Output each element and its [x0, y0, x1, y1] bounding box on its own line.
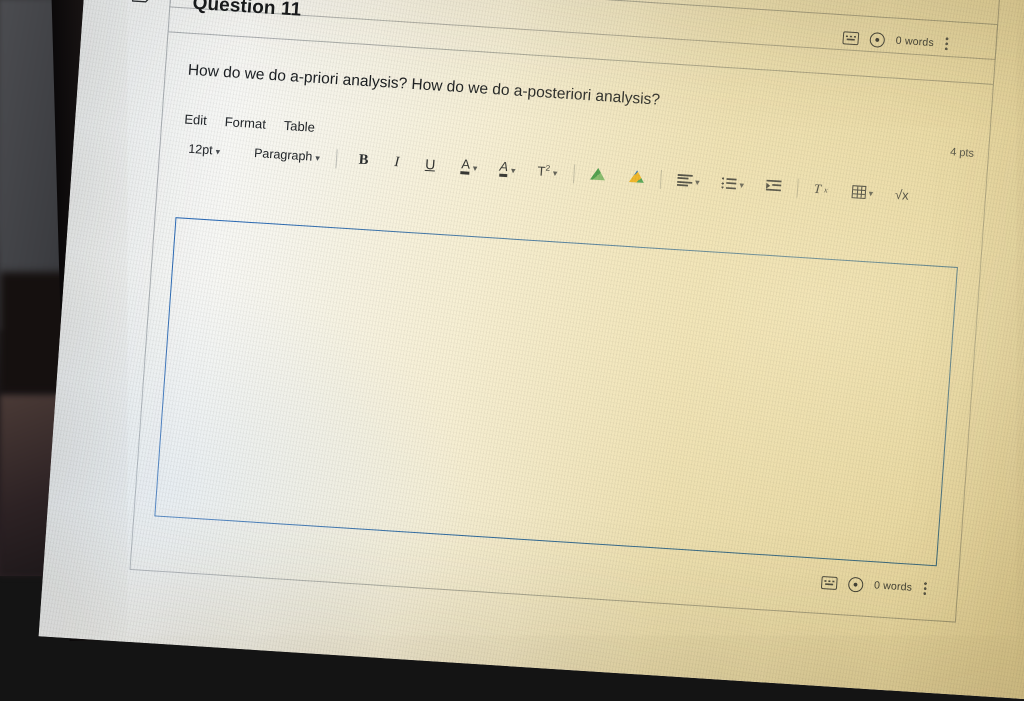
- flag-icon[interactable]: [131, 0, 155, 3]
- menu-table[interactable]: Table: [283, 117, 315, 134]
- media-group: [583, 161, 651, 191]
- answer-textarea[interactable]: [154, 217, 958, 567]
- paragraph-group: ▾ ▾: [670, 167, 788, 200]
- chevron-down-icon: ▾: [552, 167, 558, 178]
- highlight-color-button[interactable]: A ▾: [492, 155, 522, 183]
- menu-edit[interactable]: Edit: [184, 111, 207, 127]
- chevron-down-icon: ▾: [694, 176, 700, 187]
- image-upload-icon: [590, 167, 606, 182]
- quiz-page: ● 0 words Question 11 How do we do a-pri…: [39, 0, 1024, 701]
- toolbar-divider: [659, 169, 662, 189]
- highlight-glyph: A: [498, 159, 509, 178]
- chevron-down-icon: ▾: [314, 152, 321, 163]
- google-drive-icon: [629, 170, 645, 185]
- superscript-button[interactable]: T2 ▾: [531, 158, 565, 186]
- chevron-down-icon: ▾: [739, 179, 745, 190]
- clear-formatting-button[interactable]: Tx: [807, 175, 835, 203]
- clear-format-glyph: T: [813, 180, 822, 197]
- monitor-screen: ● 0 words Question 11 How do we do a-pri…: [38, 0, 1024, 701]
- text-color-glyph: A: [460, 156, 471, 175]
- keyboard-icon[interactable]: [820, 575, 838, 590]
- browser-page: ● 0 words Question 11 How do we do a-pri…: [38, 0, 1024, 701]
- chevron-down-icon: ▾: [472, 162, 478, 173]
- question-card: Question 11 How do we do a-priori analys…: [129, 0, 999, 623]
- bold-button[interactable]: B: [352, 146, 375, 173]
- underline-button[interactable]: U: [418, 151, 442, 178]
- block-format-value: Paragraph: [253, 146, 313, 164]
- image-upload-button[interactable]: [583, 161, 612, 189]
- chevron-down-icon: ▾: [215, 146, 221, 157]
- table-dropdown[interactable]: ▾: [845, 178, 880, 206]
- accessibility-icon[interactable]: ●: [847, 576, 864, 593]
- indent-icon: [765, 179, 782, 193]
- font-size-value: 12pt: [187, 141, 214, 158]
- chevron-down-icon: ▾: [510, 164, 516, 176]
- editor-statusbar: ● 0 words: [820, 571, 928, 600]
- indent-button[interactable]: [759, 172, 788, 200]
- text-color-button[interactable]: A ▾: [454, 153, 484, 181]
- menu-format[interactable]: Format: [224, 114, 266, 132]
- superscript-glyph: T2: [536, 163, 551, 180]
- italic-button[interactable]: I: [387, 149, 406, 176]
- word-count-label: 0 words: [873, 579, 913, 594]
- rich-text-editor: Edit Format Table 12pt ▾ Paragraph ▾ B I…: [143, 105, 976, 611]
- chevron-down-icon: ▾: [868, 187, 874, 198]
- google-drive-button[interactable]: [622, 164, 651, 192]
- align-icon: [676, 174, 693, 187]
- toolbar-divider: [572, 163, 576, 183]
- table-icon: [851, 184, 867, 199]
- page-title: Question 11: [191, 0, 303, 21]
- question-body: How do we do a-priori analysis? How do w…: [131, 32, 993, 621]
- math-equation-button[interactable]: √x: [888, 181, 915, 209]
- align-dropdown[interactable]: ▾: [670, 167, 706, 195]
- kebab-menu-icon[interactable]: [922, 581, 928, 596]
- font-size-dropdown[interactable]: 12pt ▾: [181, 135, 227, 164]
- bulleted-list-icon: [721, 176, 737, 190]
- list-dropdown[interactable]: ▾: [715, 169, 751, 197]
- toolbar-divider: [335, 148, 338, 168]
- block-format-dropdown[interactable]: Paragraph ▾: [247, 140, 327, 171]
- toolbar-divider: [796, 178, 799, 198]
- insert-group: Tx ▾ √x: [807, 175, 916, 208]
